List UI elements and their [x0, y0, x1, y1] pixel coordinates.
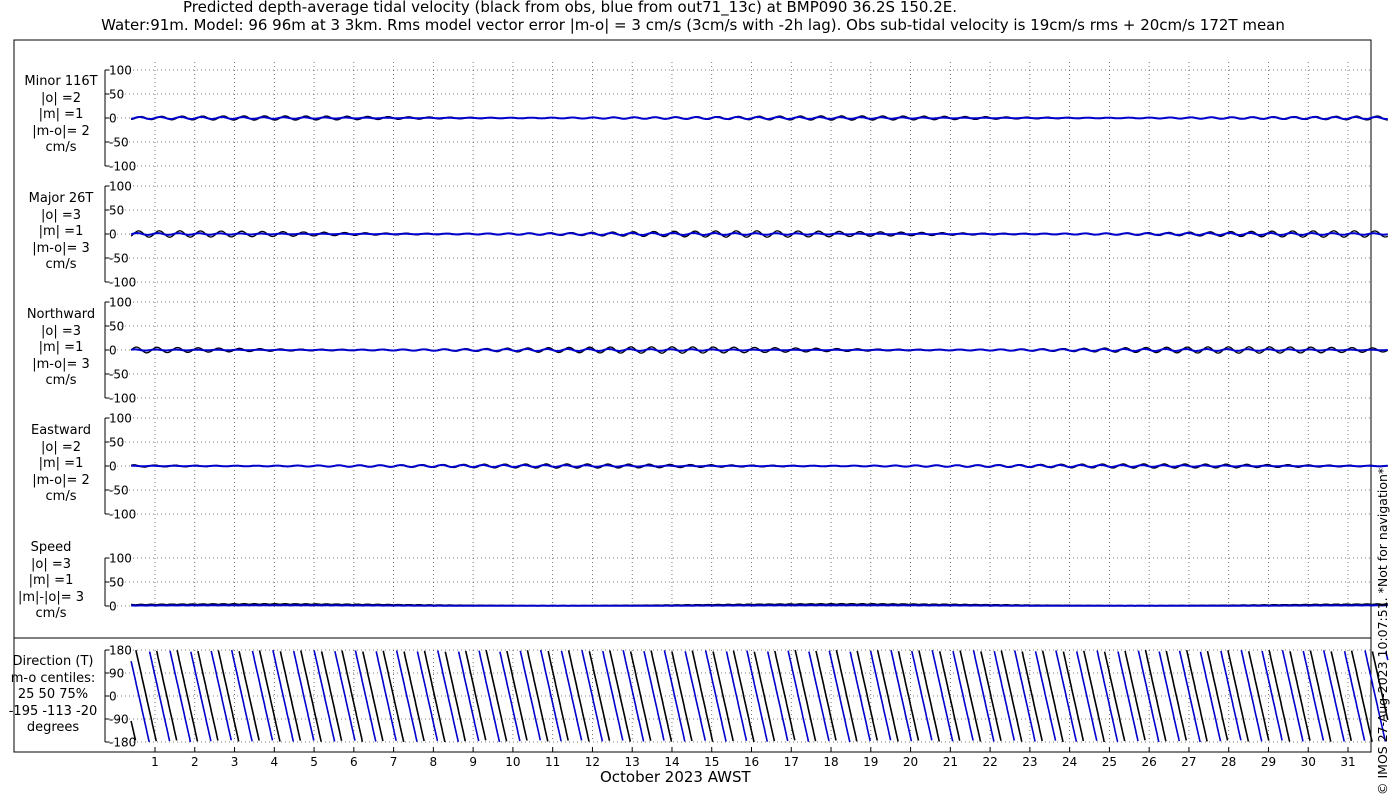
- y-tick-label: 100: [109, 552, 132, 566]
- series-line-model: [130, 463, 1388, 469]
- y-tick-label: 0: [109, 228, 117, 242]
- y-tick-label: 0: [109, 460, 117, 474]
- panel-label-major: Major 26T |o| =3 |m| =1 |m-o|= 3 cm/s: [28, 191, 94, 273]
- x-tick-label: 17: [784, 755, 799, 769]
- y-tick-label: 50: [109, 320, 124, 334]
- y-tick-label: -100: [109, 276, 136, 290]
- x-tick-label: 29: [1261, 755, 1276, 769]
- x-tick-label: 22: [982, 755, 997, 769]
- x-tick-label: 19: [863, 755, 878, 769]
- x-tick-label: 23: [1022, 755, 1037, 769]
- y-tick-label: 50: [109, 436, 124, 450]
- series-line-model: [131, 604, 1388, 607]
- y-tick-label: 100: [109, 180, 132, 194]
- y-tick-label: -100: [109, 392, 136, 406]
- y-tick-label: 0: [109, 690, 117, 704]
- x-tick-label: 11: [545, 755, 560, 769]
- x-tick-label: 20: [903, 755, 918, 769]
- x-tick-label: 3: [231, 755, 239, 769]
- y-tick-label: 50: [109, 204, 124, 218]
- y-tick-label: 50: [109, 88, 124, 102]
- x-tick-label: 16: [744, 755, 759, 769]
- y-tick-label: 0: [109, 112, 117, 126]
- x-tick-label: 9: [469, 755, 477, 769]
- tidal-velocity-chart: 1 2 3 4 5 6 7 8 9 10 11 12 13 14 15 16 17 18 19 20 21 22 23 24 2…: [13, 39, 1389, 769]
- y-tick-label: -180: [109, 736, 136, 750]
- x-tick-label: 5: [310, 755, 318, 769]
- x-tick-label: 4: [270, 755, 278, 769]
- x-tick-label: 7: [390, 755, 398, 769]
- x-tick-label: 13: [625, 755, 640, 769]
- x-tick-label: 14: [664, 755, 679, 769]
- x-tick-label: 6: [350, 755, 358, 769]
- series-line-model: [130, 115, 1388, 121]
- x-tick-label: 31: [1340, 755, 1355, 769]
- panel-label-eastward: Eastward |o| =2 |m| =1 |m-o|= 2 cm/s: [30, 423, 92, 505]
- x-tick-label: 27: [1181, 755, 1196, 769]
- x-tick-label: 26: [1142, 755, 1157, 769]
- y-tick-label: -50: [109, 252, 129, 266]
- x-tick-label: 10: [505, 755, 520, 769]
- x-tick-label: 24: [1062, 755, 1077, 769]
- x-tick-label: 2: [191, 755, 199, 769]
- x-tick-label: 1: [151, 755, 159, 769]
- y-tick-label: -90: [109, 713, 129, 727]
- x-tick-label: 18: [823, 755, 838, 769]
- y-tick-label: 100: [109, 296, 132, 310]
- series-line-model: [130, 347, 1388, 353]
- x-tick-label: 8: [430, 755, 438, 769]
- copyright-note: © IMOS 27-Aug-2023 10:07:51. *Not for na…: [1375, 467, 1390, 795]
- x-tick-label: 30: [1301, 755, 1316, 769]
- panel-label-northward: Northward |o| =3 |m| =1 |m-o|= 3 cm/s: [26, 307, 96, 389]
- y-tick-label: 90: [109, 667, 124, 681]
- y-tick-label: 100: [109, 64, 132, 78]
- y-tick-label: -50: [109, 136, 129, 150]
- x-tick-label: 12: [585, 755, 600, 769]
- plot-frame: [13, 39, 1372, 753]
- y-tick-label: 100: [109, 412, 132, 426]
- x-tick-label: 28: [1221, 755, 1236, 769]
- y-tick-label: 50: [109, 576, 124, 590]
- y-tick-label: 0: [109, 344, 117, 358]
- panel-label-speed: Speed |o| =3 |m| =1 |m|-|o|= 3 cm/s: [17, 540, 85, 622]
- panel-label-direction: Direction (T) m-o centiles: 25 50 75% -195 …: [8, 654, 98, 736]
- series-line-model: [130, 231, 1388, 237]
- y-tick-label: 0: [109, 600, 117, 614]
- x-tick-label: 25: [1102, 755, 1117, 769]
- y-tick-label: -50: [109, 368, 129, 382]
- x-tick-label: 15: [704, 755, 719, 769]
- x-axis-title: October 2023 AWST: [600, 768, 751, 786]
- x-tick-label: 21: [943, 755, 958, 769]
- panel-label-minor: Minor 116T |o| =2 |m| =1 |m-o|= 2 cm/s: [24, 74, 98, 156]
- y-tick-label: -100: [109, 160, 136, 174]
- y-tick-label: -50: [109, 484, 129, 498]
- y-tick-label: -100: [109, 508, 136, 522]
- y-tick-label: 180: [109, 644, 132, 658]
